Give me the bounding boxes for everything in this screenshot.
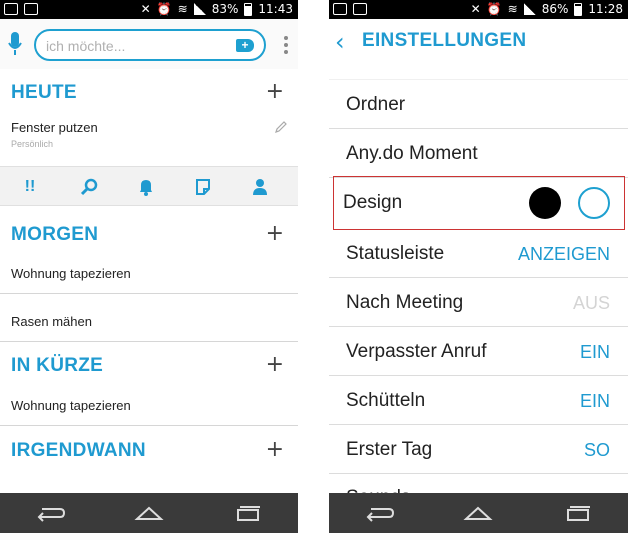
priority-icon[interactable]: !! (20, 177, 40, 197)
setting-row-design[interactable]: Design (333, 176, 625, 230)
recent-apps-icon[interactable] (562, 503, 594, 523)
setting-label: Design (343, 192, 403, 213)
setting-row-statusleiste[interactable]: Statusleiste ANZEIGEN (329, 229, 628, 278)
wifi-icon: ≋ (177, 2, 188, 16)
setting-label: Ordner (346, 94, 406, 115)
battery-percent: 86% (541, 2, 569, 16)
task-category: Persönlich (11, 139, 54, 149)
bell-icon[interactable] (136, 177, 156, 197)
search-field[interactable]: + (34, 29, 266, 61)
edit-pencil-icon[interactable] (274, 120, 288, 134)
add-task-in-kuerze-button[interactable]: + (266, 352, 284, 377)
setting-label: Statusleiste (346, 243, 445, 264)
setting-row-schuetteln[interactable]: Schütteln EIN (329, 376, 628, 425)
vibrate-icon: ✕ (140, 2, 151, 16)
image-icon (353, 3, 367, 15)
section-heute: HEUTE + (0, 72, 298, 112)
task-label: Rasen mähen (11, 314, 92, 329)
setting-value[interactable]: AUS (573, 293, 610, 314)
setting-label: Schütteln (346, 390, 426, 411)
person-icon[interactable] (250, 177, 270, 197)
page-title: EINSTELLUNGEN (362, 30, 527, 51)
vibrate-icon: ✕ (470, 2, 481, 16)
section-title: HEUTE (11, 82, 77, 103)
task-rasen-maehen[interactable]: Rasen mähen (0, 300, 298, 342)
section-title: IRGENDWANN (11, 440, 146, 461)
search-input[interactable] (46, 35, 226, 57)
section-irgendwann: IRGENDWANN + (0, 430, 298, 470)
add-task-morgen-button[interactable]: + (266, 221, 284, 246)
recent-apps-icon[interactable] (232, 503, 264, 523)
image-icon (24, 3, 38, 15)
task-action-bar: !! (0, 166, 298, 206)
system-navigation-bar (0, 493, 298, 533)
settings-header: ‹ EINSTELLUNGEN (329, 19, 628, 63)
add-tag-icon[interactable]: + (236, 39, 254, 52)
task-fenster-putzen[interactable]: Fenster putzen Persönlich (0, 114, 298, 160)
setting-row-erster-tag[interactable]: Erster Tag SO (329, 425, 628, 474)
left-phone-screen: ✕ ⏰ ≋ 83% 11:43 + HEUTE + Fenster putzen… (0, 0, 298, 533)
signal-icon (193, 3, 206, 15)
task-label: Wohnung tapezieren (11, 398, 131, 413)
search-bar: + (0, 19, 298, 69)
task-wohnung-tapezieren[interactable]: Wohnung tapezieren (0, 252, 298, 294)
setting-label: Verpasster Anruf (346, 341, 487, 362)
section-title: IN KÜRZE (11, 355, 104, 376)
clock: 11:28 (588, 2, 623, 16)
back-chevron-icon[interactable]: ‹ (335, 28, 345, 56)
alarm-icon: ⏰ (486, 2, 502, 16)
battery-icon (574, 2, 583, 16)
setting-value[interactable]: ANZEIGEN (518, 244, 610, 265)
setting-row-verpasster-anruf[interactable]: Verpasster Anruf EIN (329, 327, 628, 376)
add-task-heute-button[interactable]: + (266, 79, 284, 104)
microphone-icon[interactable] (8, 31, 22, 57)
notification-icon (4, 3, 18, 15)
status-bar: ✕ ⏰ ≋ 86% 11:28 (329, 0, 628, 19)
setting-row-ordner[interactable]: Ordner (329, 80, 628, 129)
setting-label: Nach Meeting (346, 292, 464, 313)
status-bar: ✕ ⏰ ≋ 83% 11:43 (0, 0, 298, 19)
system-navigation-bar (329, 493, 628, 533)
signal-icon (523, 3, 536, 15)
setting-value[interactable]: SO (584, 440, 610, 461)
home-icon[interactable] (133, 503, 165, 523)
setting-row-nach-meeting[interactable]: Nach Meeting AUS (329, 278, 628, 327)
dark-theme-swatch[interactable] (529, 187, 561, 219)
add-task-irgendwann-button[interactable]: + (266, 437, 284, 462)
back-icon[interactable] (34, 503, 66, 523)
search-icon[interactable] (79, 177, 99, 197)
right-phone-screen: ✕ ⏰ ≋ 86% 11:28 ‹ EINSTELLUNGEN Ordner A… (329, 0, 628, 533)
task-wohnung-tapezieren-2[interactable]: Wohnung tapezieren (0, 384, 298, 426)
wifi-icon: ≋ (507, 2, 518, 16)
battery-percent: 83% (211, 2, 239, 16)
clock: 11:43 (258, 2, 293, 16)
battery-icon (244, 2, 253, 16)
section-title: MORGEN (11, 224, 99, 245)
task-label: Wohnung tapezieren (11, 266, 131, 281)
task-label: Fenster putzen (11, 120, 98, 135)
setting-label: Erster Tag (346, 439, 433, 460)
alarm-icon: ⏰ (156, 2, 172, 16)
section-morgen: MORGEN + (0, 214, 298, 254)
setting-label: Any.do Moment (346, 143, 478, 164)
home-icon[interactable] (462, 503, 494, 523)
setting-row-anydo-moment[interactable]: Any.do Moment (329, 129, 628, 178)
back-icon[interactable] (363, 503, 395, 523)
notification-icon (333, 3, 347, 15)
section-in-kuerze: IN KÜRZE + (0, 345, 298, 385)
setting-value[interactable]: EIN (580, 342, 610, 363)
note-icon[interactable] (193, 177, 213, 197)
setting-value[interactable]: EIN (580, 391, 610, 412)
overflow-menu-icon[interactable] (284, 36, 288, 54)
light-theme-swatch[interactable] (578, 187, 610, 219)
